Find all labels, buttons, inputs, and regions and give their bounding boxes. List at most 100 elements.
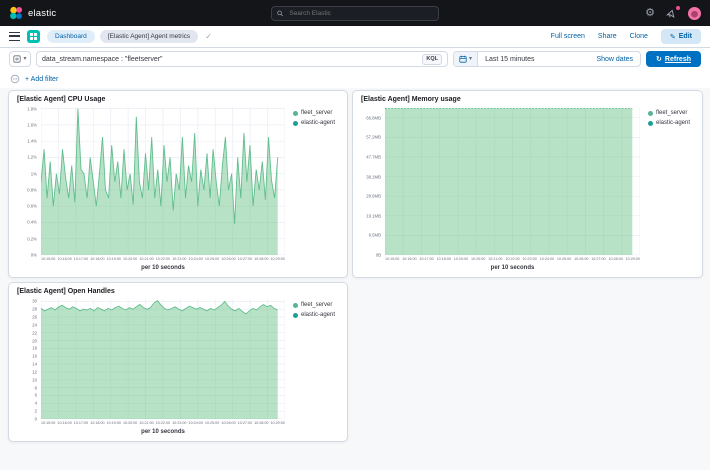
x-tick-label: 10:28:00 [608,257,622,265]
y-tick-label: 10 [32,377,37,382]
y-tick-label: 20 [32,338,37,343]
refresh-button[interactable]: ↻ Refresh [646,51,701,67]
x-tick-label: 10:23:00 [172,257,186,265]
x-tick-label: 10:21:00 [139,421,153,429]
legend-label: fleet_server [301,110,332,116]
legend-label: elastic-agent [301,120,335,126]
x-tick-label: 10:16:00 [57,421,71,429]
user-avatar[interactable] [688,7,701,20]
x-tick-label: 10:26:00 [221,421,235,429]
plot-area[interactable] [385,107,640,255]
area-series [41,301,278,419]
y-tick-label: 26 [32,315,37,320]
x-tick-label: 10:20:00 [471,257,485,265]
calendar-icon [459,55,467,63]
legend-label: fleet_server [301,302,332,308]
plot-area[interactable] [41,299,285,419]
area-series [41,109,278,255]
y-tick-label: 2 [35,409,37,414]
y-tick-label: 16 [32,354,37,359]
y-tick-label: 12 [32,369,37,374]
x-tick-label: 10:26:00 [221,257,235,265]
full-screen-button[interactable]: Full screen [551,33,585,40]
x-tick-label: 10:25:00 [205,257,219,265]
gear-icon[interactable]: ⚙ [645,8,655,19]
y-tick-label: 66.8MB [366,115,381,120]
legend-item-elastic-agent[interactable]: elastic-agent [293,312,343,318]
x-tick-label: 10:15:00 [41,257,55,265]
x-tick-label: 10:26:00 [574,257,588,265]
x-axis: 10:15:0010:16:0010:17:0010:18:0010:19:00… [385,255,640,264]
x-tick-label: 10:17:00 [419,257,433,265]
panel-title[interactable]: [Elastic Agent] Memory usage [353,91,702,104]
global-search[interactable] [271,6,439,21]
legend-item-fleet_server[interactable]: fleet_server [648,110,698,116]
series-dot [293,313,298,318]
plot-area[interactable] [41,107,285,255]
x-tick-label: 10:24:00 [189,421,203,429]
show-dates-button[interactable]: Show dates [596,56,640,63]
legend-item-elastic-agent[interactable]: elastic-agent [293,120,343,126]
y-tick-label: 1.8% [27,106,37,111]
dashboard-app-icon[interactable] [27,30,40,43]
share-button[interactable]: Share [598,33,617,40]
y-tick-label: 1.6% [27,122,37,127]
y-tick-label: 1% [31,171,37,176]
chevron-down-icon: ▾ [469,56,472,62]
x-tick-label: 10:25:00 [205,421,219,429]
kql-query-input[interactable]: data_stream.namespace : "fleetserver" KQ… [36,51,448,67]
filter-bar: + Add filter [0,70,710,88]
x-axis: 10:15:0010:16:0010:17:0010:18:0010:19:00… [41,419,285,428]
x-tick-label: 10:16:00 [57,257,71,265]
chart-cpu-usage: 1.8%1.6%1.4%1.2%1%0.8%0.6%0.4%0.2%0% 10:… [9,104,347,277]
add-filter-button[interactable]: + Add filter [25,76,58,83]
y-tick-label: 0.8% [27,187,37,192]
legend-item-fleet_server[interactable]: fleet_server [293,110,343,116]
elastic-logo-icon [9,6,23,20]
x-tick-label: 10:27:00 [238,257,252,265]
x-tick-label: 10:23:00 [523,257,537,265]
panel-title[interactable]: [Elastic Agent] CPU Usage [9,91,347,104]
saved-query-menu-button[interactable]: ▾ [9,51,31,67]
y-tick-label: 0.6% [27,204,37,209]
x-tick-label: 10:16:00 [402,257,416,265]
y-tick-label: 0B [376,253,381,258]
legend-label: elastic-agent [301,312,335,318]
y-tick-label: 47.7MB [366,154,381,159]
x-tick-label: 10:19:00 [107,421,121,429]
legend-item-fleet_server[interactable]: fleet_server [293,302,343,308]
x-tick-label: 10:24:00 [189,257,203,265]
query-bar: ▾ data_stream.namespace : "fleetserver" … [0,48,710,70]
legend-item-elastic-agent[interactable]: elastic-agent [648,120,698,126]
x-tick-label: 10:27:00 [238,421,252,429]
saved-check-icon: ✓ [205,32,212,41]
y-tick-label: 0.4% [27,220,37,225]
filter-settings-icon[interactable] [10,74,20,84]
x-tick-label: 10:22:00 [156,257,170,265]
newsfeed-icon[interactable] [666,8,677,19]
area-series [385,108,632,255]
menu-icon[interactable] [9,32,20,41]
x-axis-title: per 10 seconds [385,264,640,275]
time-range-value[interactable]: Last 15 minutes [478,56,541,63]
calendar-menu-button[interactable]: ▾ [454,52,478,66]
breadcrumb-dashboard[interactable]: Dashboard [47,30,95,43]
query-language-button[interactable]: KQL [422,54,442,65]
edit-button[interactable]: ✎ Edit [661,29,701,44]
x-tick-label: 10:28:00 [254,421,268,429]
y-tick-label: 9.5MB [369,233,381,238]
series-dot [293,111,298,116]
x-tick-label: 10:19:00 [454,257,468,265]
y-tick-label: 24 [32,322,37,327]
legend: fleet_server elastic-agent [285,107,345,255]
search-input[interactable] [287,9,433,18]
y-tick-label: 4 [35,401,37,406]
top-header: elastic ⚙ [0,0,710,26]
nav-bar: Dashboard [Elastic Agent] Agent metrics … [0,26,710,48]
clone-button[interactable]: Clone [630,33,648,40]
x-tick-label: 10:20:00 [123,257,137,265]
elastic-logo[interactable]: elastic [9,6,56,20]
panel-title[interactable]: [Elastic Agent] Open Handles [9,283,347,296]
panel-cpu-usage: [Elastic Agent] CPU Usage 1.8%1.6%1.4%1.… [8,90,348,278]
saved-query-icon [13,55,21,63]
